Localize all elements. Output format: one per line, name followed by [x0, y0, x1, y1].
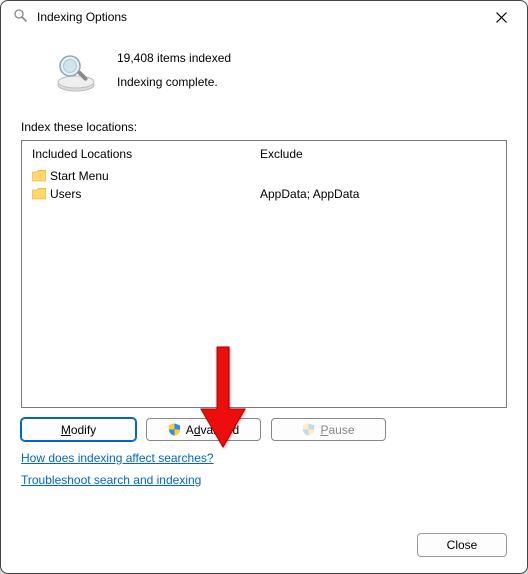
help-link-how[interactable]: How does indexing affect searches?	[21, 451, 214, 465]
advanced-button-label: Advanced	[186, 423, 239, 437]
help-link-troubleshoot[interactable]: Troubleshoot search and indexing	[21, 473, 507, 487]
indexing-options-window: Indexing Options 19,408 items indexed	[0, 0, 528, 574]
included-location-text: Users	[50, 187, 81, 201]
modify-button[interactable]: Modify	[21, 418, 136, 441]
magnifier-drive-icon	[53, 49, 99, 98]
column-header-exclude[interactable]: Exclude	[260, 147, 496, 161]
pause-button-label: Pause	[320, 423, 354, 437]
close-button[interactable]: Close	[417, 533, 507, 557]
included-location-text: Start Menu	[50, 169, 109, 183]
footer: Close	[417, 533, 507, 557]
exclude-text: AppData; AppData	[260, 187, 496, 201]
app-icon	[13, 8, 29, 27]
shield-icon	[302, 423, 315, 436]
modify-button-label: Modify	[61, 423, 96, 437]
titlebar: Indexing Options	[1, 1, 527, 33]
column-header-included[interactable]: Included Locations	[32, 147, 260, 161]
advanced-button[interactable]: Advanced	[146, 418, 261, 441]
window-title: Indexing Options	[37, 10, 473, 24]
content-area: 19,408 items indexed Indexing complete. …	[1, 33, 527, 499]
button-row: Modify Advanced	[21, 418, 507, 441]
list-item[interactable]: Users AppData; AppData	[32, 185, 496, 203]
items-indexed-text: 19,408 items indexed	[117, 51, 231, 65]
locations-list: Included Locations Exclude Start Menu	[21, 140, 507, 408]
locations-label: Index these locations:	[21, 120, 507, 134]
status-row: 19,408 items indexed Indexing complete.	[21, 41, 507, 116]
window-close-button[interactable]	[481, 3, 521, 31]
folder-icon	[32, 188, 46, 200]
pause-button: Pause	[271, 418, 386, 441]
shield-icon	[168, 423, 181, 436]
close-button-label: Close	[447, 538, 478, 552]
folder-icon	[32, 170, 46, 182]
indexing-state-text: Indexing complete.	[117, 75, 231, 89]
list-item[interactable]: Start Menu	[32, 167, 496, 185]
close-icon	[496, 12, 507, 23]
